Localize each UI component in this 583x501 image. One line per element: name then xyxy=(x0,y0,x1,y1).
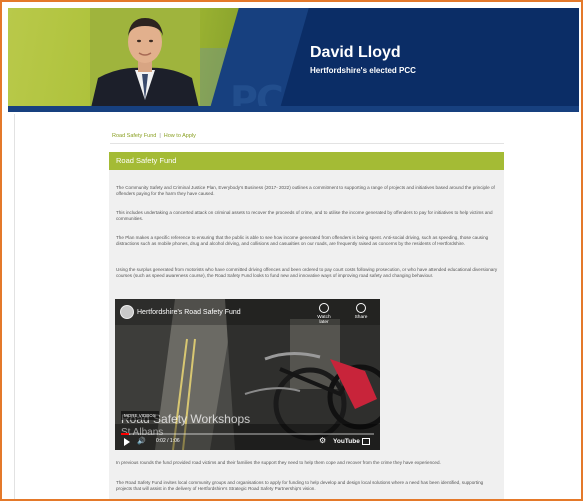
share-label: Share xyxy=(354,315,368,320)
volume-icon[interactable]: 🔊 xyxy=(137,437,146,445)
paragraph: The Plan makes a specific reference to e… xyxy=(116,235,489,247)
section-title: Road Safety Fund xyxy=(116,156,177,165)
fullscreen-icon[interactable] xyxy=(362,438,370,445)
video-progress-bar[interactable] xyxy=(121,433,374,435)
breadcrumb-how-to-apply[interactable]: How to Apply xyxy=(164,133,196,139)
paragraph: Using the surplus generated from motoris… xyxy=(116,267,498,279)
share-button[interactable]: Share xyxy=(349,303,373,320)
youtube-logo[interactable]: YouTube xyxy=(333,438,360,445)
settings-icon[interactable]: ⚙ xyxy=(319,436,326,445)
watch-later-label: Watch later xyxy=(317,315,331,325)
share-icon xyxy=(356,303,366,313)
clock-icon xyxy=(319,303,329,313)
video-title[interactable]: Hertfordshire's Road Safety Fund xyxy=(137,309,241,316)
breadcrumb-divider xyxy=(110,143,504,144)
page-frame: PC David Lloyd Hertfordshire's elected P… xyxy=(0,0,583,501)
video-time: 0:02 / 1:06 xyxy=(156,438,180,444)
breadcrumb-road-safety-fund[interactable]: Road Safety Fund xyxy=(112,133,156,139)
paragraph: The Community Safety and Criminal Justic… xyxy=(116,185,495,197)
video-player[interactable]: Hertfordshire's Road Safety Fund Watch l… xyxy=(115,299,380,450)
pcc-subtitle: Hertfordshire's elected PCC xyxy=(310,66,416,75)
breadcrumb-separator: | xyxy=(159,133,161,139)
more-videos-button[interactable]: MORE VIDEOS xyxy=(121,411,159,420)
paragraph: In previous rounds the fund provided roa… xyxy=(116,460,441,465)
pcc-portrait xyxy=(90,8,200,112)
video-progress-fill xyxy=(121,433,129,435)
paragraph: This includes undertaking a concerted at… xyxy=(116,210,493,222)
header-banner: PC David Lloyd Hertfordshire's elected P… xyxy=(8,8,579,112)
header-bottom-bar xyxy=(8,106,579,112)
left-divider xyxy=(14,114,15,499)
section-title-bar: Road Safety Fund xyxy=(109,152,504,170)
pcc-name: David Lloyd xyxy=(310,44,401,61)
play-icon[interactable] xyxy=(124,438,130,446)
breadcrumb: Road Safety Fund | How to Apply xyxy=(112,133,196,139)
channel-avatar[interactable] xyxy=(120,305,134,319)
watch-later-button[interactable]: Watch later xyxy=(313,303,335,325)
paragraph: The Road Safety Fund invites local commu… xyxy=(116,480,484,492)
